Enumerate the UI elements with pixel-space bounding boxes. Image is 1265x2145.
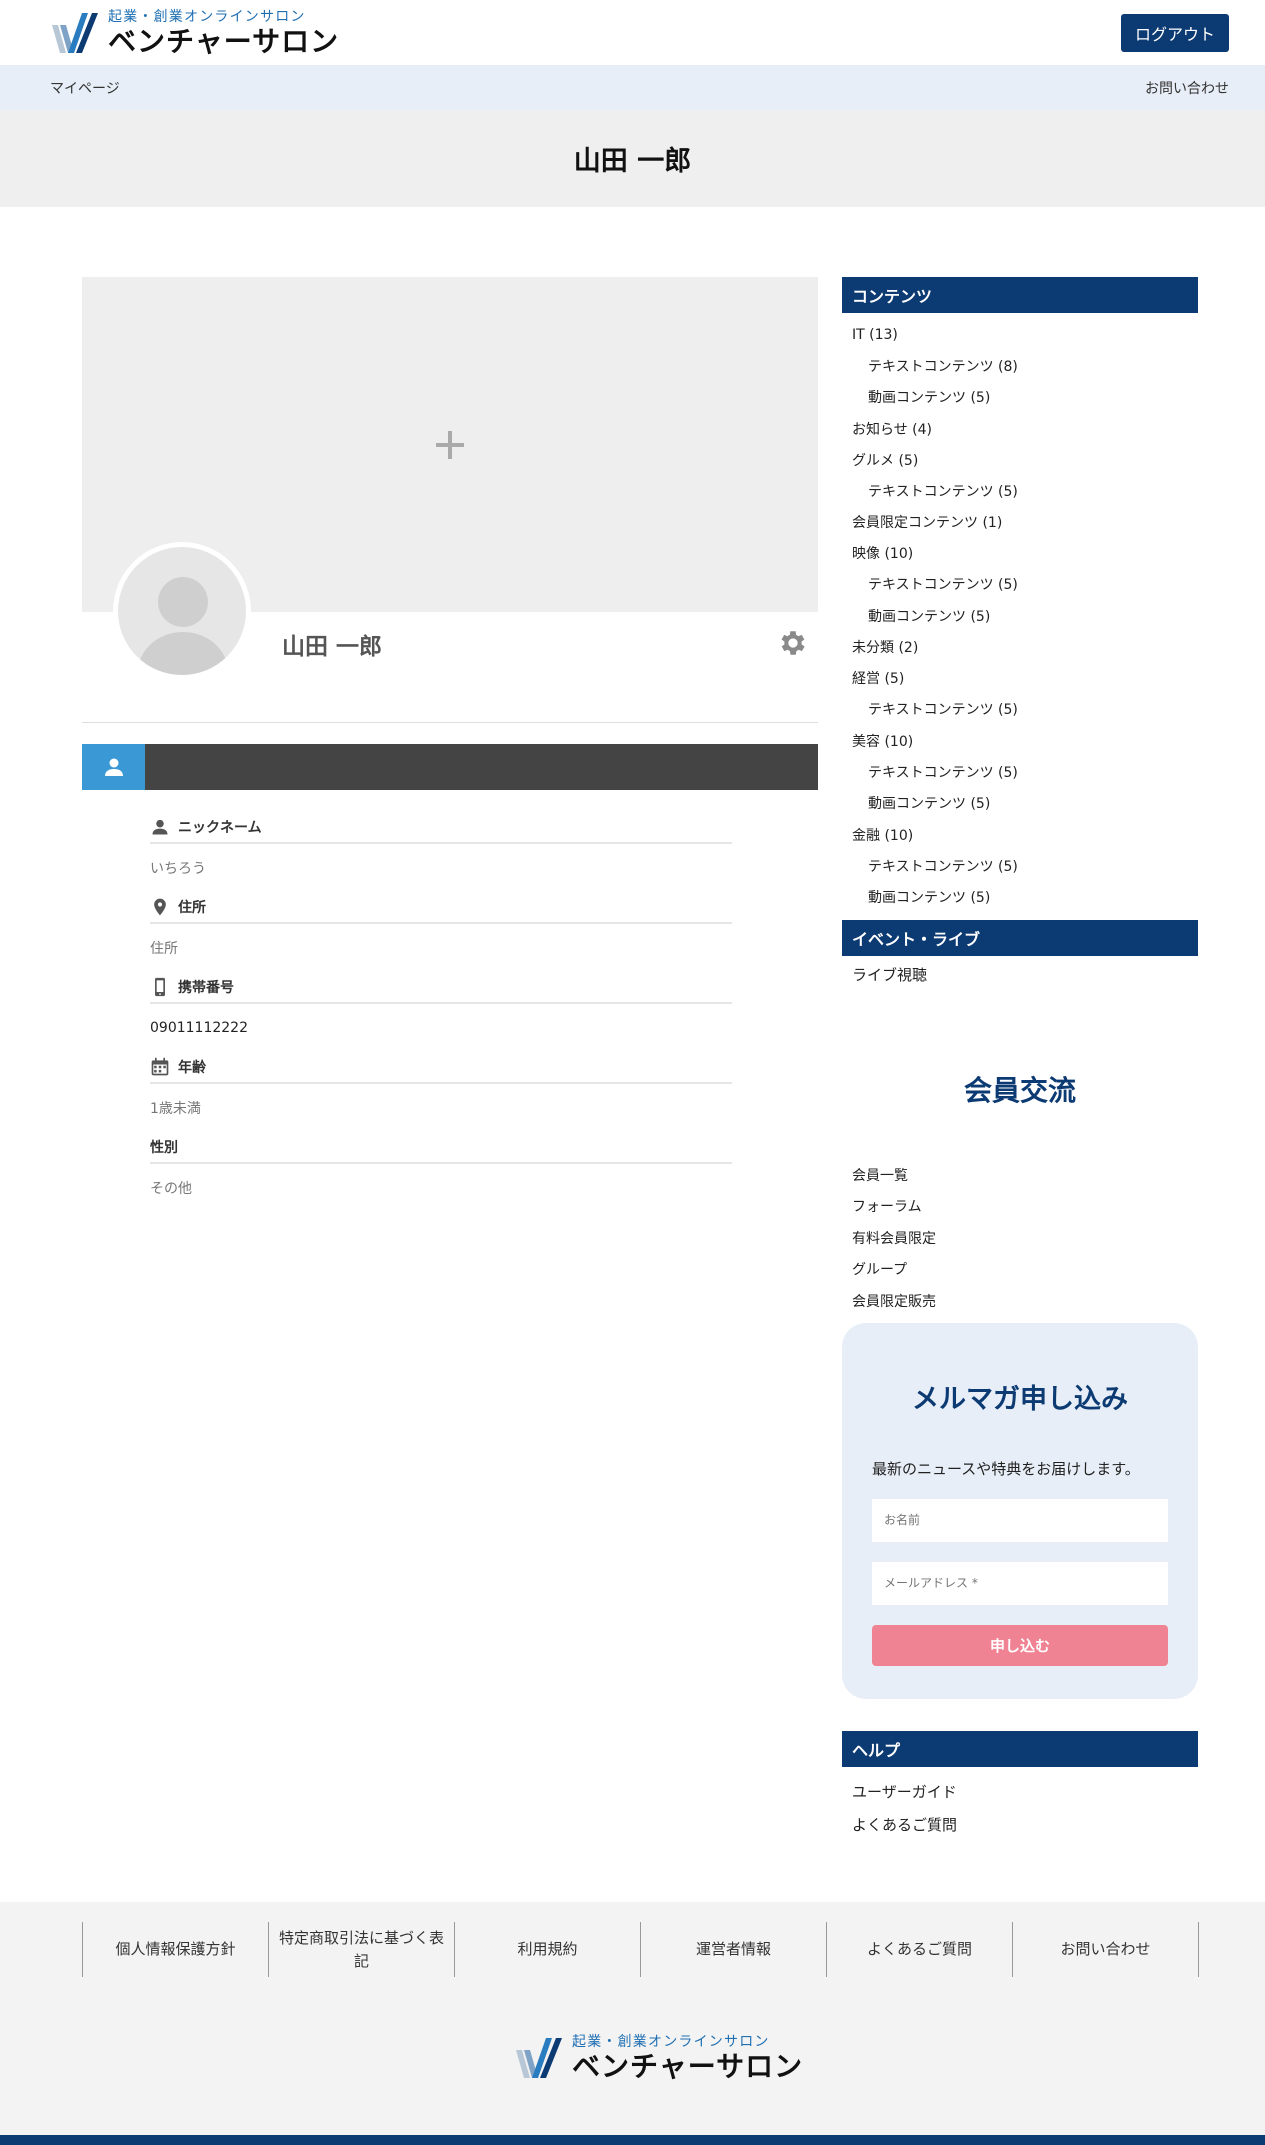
logo-mark-icon bbox=[52, 12, 98, 53]
event-heading: イベント・ライブ bbox=[842, 920, 1198, 956]
profile-divider bbox=[82, 722, 818, 723]
gear-icon[interactable] bbox=[777, 627, 809, 659]
contents-heading: コンテンツ bbox=[842, 277, 1198, 313]
help-section: ヘルプ ユーザーガイド よくあるご質問 bbox=[842, 1730, 1198, 1849]
newsletter-email-input[interactable] bbox=[872, 1561, 1168, 1605]
person-icon bbox=[104, 758, 123, 776]
logo-subtitle: 起業・創業オンラインサロン bbox=[108, 8, 306, 25]
page-title: 山田 一郎 bbox=[573, 146, 692, 177]
logo-mark-icon bbox=[516, 2038, 562, 2078]
category-link[interactable]: 映像 (10) bbox=[852, 538, 1188, 569]
footer-link[interactable]: 個人情報保護方針 bbox=[82, 1922, 268, 1977]
category-link[interactable]: 金融 (10) bbox=[852, 819, 1188, 850]
subcategory-link[interactable]: テキストコンテンツ (8) bbox=[852, 350, 1188, 382]
subcategory-link[interactable]: 動画コンテンツ (5) bbox=[852, 788, 1188, 820]
profile-fields: ニックネーム いちろう 住所 住所 携帯番号 09011112222 年齢 1歳… bbox=[150, 812, 732, 1212]
live-watch-link[interactable]: ライブ視聴 bbox=[842, 956, 1198, 993]
field-gender-value: その他 bbox=[150, 1181, 192, 1197]
footer-link[interactable]: 利用規約 bbox=[454, 1922, 640, 1977]
logout-button[interactable]: ログアウト bbox=[1120, 13, 1229, 52]
category-link[interactable]: お知らせ (4) bbox=[852, 413, 1188, 444]
member-list: 会員一覧 フォーラム 有料会員限定 グループ 会員限定販売 bbox=[842, 1159, 1198, 1317]
field-age-value: 1歳未満 bbox=[150, 1101, 201, 1117]
plus-icon[interactable] bbox=[436, 430, 464, 459]
sub-navigation: マイページ お問い合わせ bbox=[0, 65, 1265, 110]
category-link[interactable]: 会員限定コンテンツ (1) bbox=[852, 507, 1188, 538]
page-title-band: 山田 一郎 bbox=[0, 110, 1265, 207]
member-menu-item[interactable]: 会員限定販売 bbox=[852, 1285, 1188, 1317]
category-link[interactable]: グルメ (5) bbox=[852, 444, 1188, 475]
field-phone-label: 携帯番号 bbox=[150, 972, 732, 1004]
member-menu-item[interactable]: グループ bbox=[852, 1254, 1188, 1286]
subcategory-link[interactable]: 動画コンテンツ (5) bbox=[852, 382, 1188, 414]
field-address-value: 住所 bbox=[150, 941, 178, 957]
field-gender-label: 性別 bbox=[150, 1132, 732, 1164]
profile-section-bar bbox=[82, 744, 818, 790]
member-menu-item[interactable]: フォーラム bbox=[852, 1191, 1188, 1223]
site-logo[interactable]: 起業・創業オンラインサロン ベンチャーサロン bbox=[50, 10, 339, 56]
subcategory-link[interactable]: テキストコンテンツ (5) bbox=[852, 850, 1188, 882]
help-link[interactable]: ユーザーガイド bbox=[852, 1775, 1188, 1808]
field-nickname-label: ニックネーム bbox=[150, 812, 732, 844]
field-phone-value: 09011112222 bbox=[150, 1020, 248, 1036]
profile-tab[interactable] bbox=[82, 744, 145, 790]
contact-link[interactable]: お問い合わせ bbox=[1145, 78, 1229, 98]
subcategory-link[interactable]: 動画コンテンツ (5) bbox=[852, 600, 1188, 632]
footer-logo-subtitle: 起業・創業オンラインサロン bbox=[572, 2034, 770, 2050]
help-list: ユーザーガイド よくあるご質問 bbox=[842, 1767, 1198, 1849]
mypage-link[interactable]: マイページ bbox=[50, 78, 120, 98]
subcategory-link[interactable]: テキストコンテンツ (5) bbox=[852, 569, 1188, 601]
subcategory-link[interactable]: テキストコンテンツ (5) bbox=[852, 756, 1188, 788]
site-header: 起業・創業オンラインサロン ベンチャーサロン ログアウト bbox=[0, 0, 1265, 65]
person-icon bbox=[152, 819, 168, 835]
category-list: IT (13) テキストコンテンツ (8) 動画コンテンツ (5) お知らせ (4) グ… bbox=[842, 313, 1198, 913]
footer-logo-title: ベンチャーサロン bbox=[572, 2050, 804, 2083]
field-address-label: 住所 bbox=[150, 892, 732, 924]
avatar[interactable] bbox=[113, 542, 251, 680]
help-link[interactable]: よくあるご質問 bbox=[852, 1808, 1188, 1841]
subcategory-link[interactable]: 動画コンテンツ (5) bbox=[852, 882, 1188, 914]
subcategory-link[interactable]: テキストコンテンツ (5) bbox=[852, 694, 1188, 726]
newsletter-description: 最新のニュースや特典をお届けします。 bbox=[872, 1459, 1140, 1478]
logo-title: ベンチャーサロン bbox=[108, 24, 340, 58]
footer-link[interactable]: お問い合わせ bbox=[1012, 1922, 1199, 1977]
newsletter-title: メルマガ申し込み bbox=[912, 1383, 1128, 1415]
calendar-icon bbox=[151, 1057, 169, 1076]
help-heading: ヘルプ bbox=[842, 1730, 1198, 1767]
footer-link[interactable]: 運営者情報 bbox=[640, 1922, 826, 1977]
footer-bar bbox=[0, 2135, 1265, 2145]
footer-links: 個人情報保護方針 特定商取引法に基づく表記 利用規約 運営者情報 よくあるご質問 お問い合… bbox=[82, 1922, 1199, 1977]
category-link[interactable]: 美容 (10) bbox=[852, 725, 1188, 756]
footer-logo[interactable]: 起業・創業オンラインサロン ベンチャーサロン bbox=[514, 2035, 803, 2081]
subcategory-link[interactable]: テキストコンテンツ (5) bbox=[852, 475, 1188, 507]
category-link[interactable]: IT (13) bbox=[852, 319, 1188, 350]
profile-name: 山田 一郎 bbox=[282, 634, 383, 660]
mobile-phone-icon bbox=[155, 977, 165, 997]
profile-column: 山田 一郎 ニックネーム いちろう 住所 住所 携帯番号 09011112222… bbox=[82, 277, 818, 1197]
member-menu-item[interactable]: 有料会員限定 bbox=[852, 1222, 1188, 1254]
field-nickname-value: いちろう bbox=[150, 861, 206, 877]
category-link[interactable]: 経営 (5) bbox=[852, 663, 1188, 694]
site-footer: 個人情報保護方針 特定商取引法に基づく表記 利用規約 運営者情報 よくあるご質問 お問い合… bbox=[0, 1902, 1265, 2145]
field-age-label: 年齢 bbox=[150, 1052, 732, 1084]
member-exchange-title: 会員交流 bbox=[963, 1074, 1076, 1107]
newsletter-submit-button[interactable]: 申し込む bbox=[872, 1624, 1168, 1666]
location-pin-icon bbox=[154, 898, 166, 916]
sidebar: コンテンツ IT (13) テキストコンテンツ (8) 動画コンテンツ (5) お知ら… bbox=[842, 277, 1198, 1849]
newsletter-name-input[interactable] bbox=[872, 1498, 1168, 1542]
member-menu-item[interactable]: 会員一覧 bbox=[852, 1159, 1188, 1191]
category-link[interactable]: 未分類 (2) bbox=[852, 632, 1188, 663]
newsletter-box: メルマガ申し込み 最新のニュースや特典をお届けします。 申し込む bbox=[842, 1322, 1198, 1699]
footer-link[interactable]: 特定商取引法に基づく表記 bbox=[268, 1922, 454, 1977]
footer-link[interactable]: よくあるご質問 bbox=[826, 1922, 1012, 1977]
